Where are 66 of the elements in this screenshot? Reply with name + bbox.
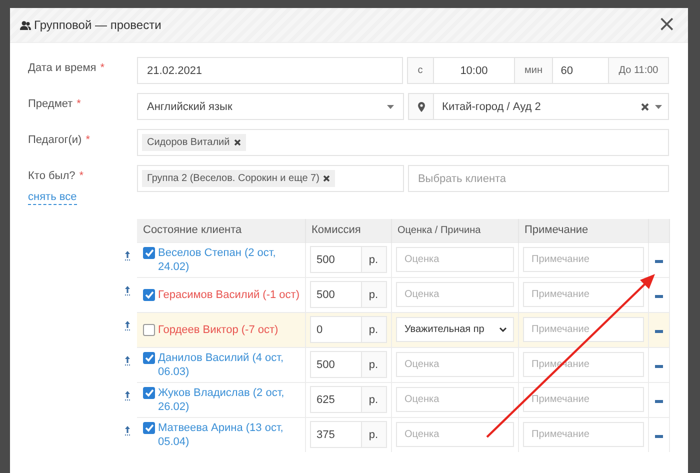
required-mark: *	[76, 98, 81, 110]
column-header: Примечание	[518, 219, 648, 242]
date-field[interactable]: 21.02.2021	[137, 57, 403, 84]
remove-row-icon[interactable]	[654, 434, 662, 438]
field-label: Педагог(и)	[28, 134, 82, 146]
required-mark: *	[100, 62, 104, 74]
remove-icon[interactable]	[234, 139, 241, 146]
users-icon	[20, 20, 31, 30]
grade-field[interactable]: Оценка	[396, 422, 514, 448]
required-mark: *	[79, 170, 84, 182]
client-link[interactable]: Герасимов Василий (-1 ост)	[158, 288, 300, 302]
field-label: Дата и время	[28, 62, 96, 74]
remove-row-icon[interactable]	[654, 330, 662, 332]
column-header: Комиссия	[305, 219, 391, 242]
column-header: Оценка / Причина	[391, 219, 518, 242]
grade-field[interactable]: Оценка	[396, 387, 514, 412]
selected-tag: Группа 2 (Веселов. Сорокин и еще 7)	[142, 170, 336, 187]
grade-field[interactable]: Оценка	[396, 247, 514, 272]
grade-field[interactable]: Оценка	[396, 282, 514, 307]
attendee-field[interactable]: Группа 2 (Веселов. Сорокин и еще 7)	[137, 165, 404, 192]
checkbox[interactable]	[143, 288, 155, 300]
commission-field[interactable]: 375 р.	[310, 421, 386, 448]
move-up-icon[interactable]	[125, 286, 130, 296]
commission-field[interactable]: 500 р.	[310, 351, 386, 378]
caret-icon	[655, 104, 662, 108]
teacher-field[interactable]: Сидоров Виталий	[137, 129, 669, 156]
remove-icon[interactable]	[323, 175, 330, 182]
commission-field[interactable]: 500 р.	[310, 246, 386, 273]
field-label: Кто был?	[28, 170, 76, 182]
column-header: Состояние клиента	[137, 219, 305, 242]
move-up-icon[interactable]	[125, 390, 130, 400]
note-field[interactable]: Примечание	[522, 422, 644, 448]
move-up-icon[interactable]	[125, 426, 130, 436]
checkbox[interactable]	[143, 386, 155, 398]
dialog-title: Групповой — провести	[34, 18, 162, 32]
move-up-icon[interactable]	[125, 320, 130, 330]
required-mark: *	[86, 134, 90, 146]
remove-row-icon[interactable]	[654, 364, 662, 368]
note-field[interactable]: Примечание	[522, 282, 644, 307]
move-up-icon[interactable]	[125, 250, 130, 260]
chevron-down-icon	[498, 327, 506, 332]
map-pin-icon	[418, 102, 425, 112]
field-label: Предмет	[28, 98, 73, 110]
remove-row-icon[interactable]	[654, 294, 662, 298]
reason-select[interactable]: Уважительная пр	[396, 317, 514, 342]
move-up-icon[interactable]	[125, 356, 130, 366]
grade-field[interactable]: Оценка	[396, 352, 514, 377]
client-search-field[interactable]: Выбрать клиента	[408, 165, 669, 192]
commission-field[interactable]: 500 р.	[310, 281, 386, 308]
selected-tag: Сидоров Виталий	[142, 134, 246, 151]
checkbox[interactable]	[143, 324, 155, 336]
subject-select[interactable]: Английский язык	[137, 93, 404, 120]
note-field[interactable]: Примечание	[522, 387, 644, 412]
checkbox[interactable]	[143, 246, 155, 258]
note-field[interactable]: Примечание	[522, 317, 644, 342]
close-button[interactable]: ×	[656, 15, 678, 35]
note-field[interactable]: Примечание	[522, 247, 644, 272]
commission-field[interactable]: 625 р.	[310, 386, 386, 413]
checkbox[interactable]	[143, 352, 155, 364]
commission-field[interactable]: 0 р.	[310, 316, 386, 343]
remove-row-icon[interactable]	[654, 400, 662, 402]
caret-icon	[387, 104, 394, 108]
remove-row-icon[interactable]	[654, 260, 662, 262]
checkbox[interactable]	[143, 422, 155, 434]
clear-icon[interactable]	[641, 102, 649, 110]
location-select[interactable]: Китай-город / Ауд 2	[408, 93, 669, 120]
